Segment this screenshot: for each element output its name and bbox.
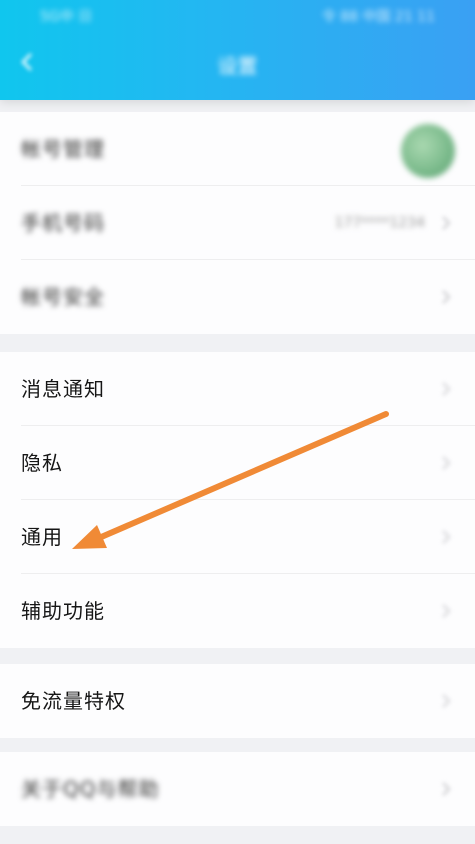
annotation-arrow-icon [72,411,389,549]
